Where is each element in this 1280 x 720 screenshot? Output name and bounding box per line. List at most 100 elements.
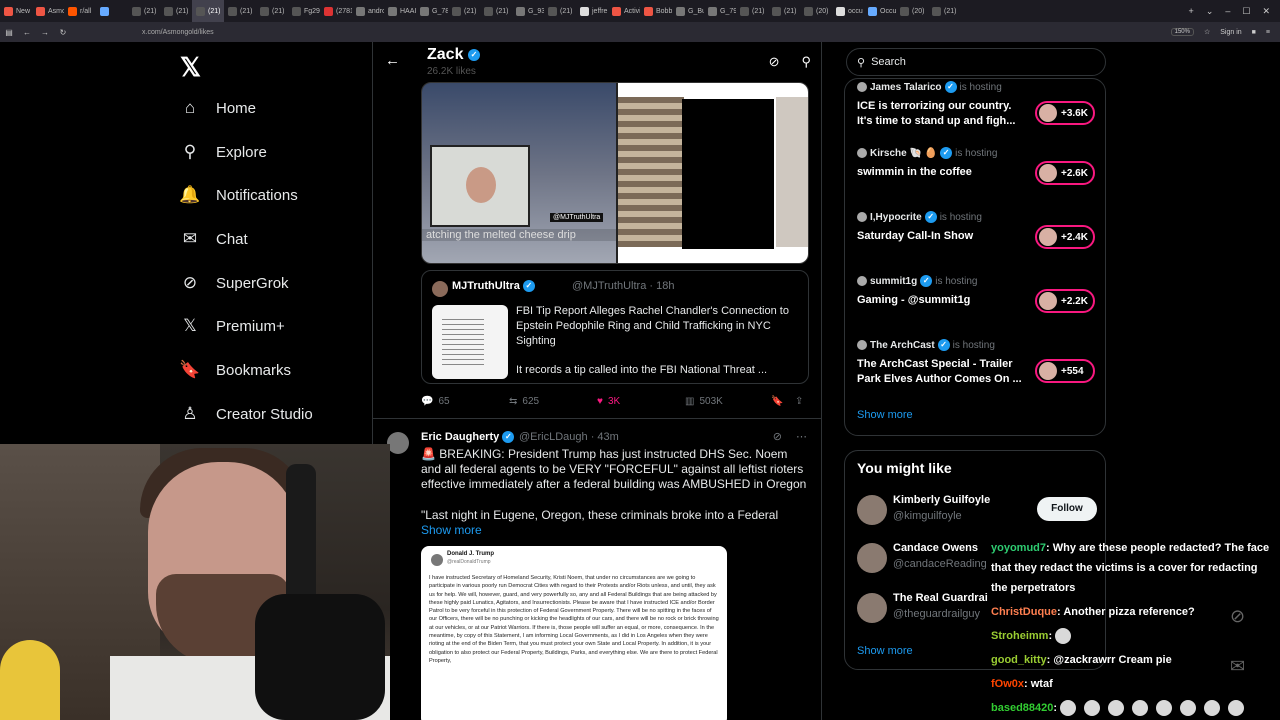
tweet-image[interactable]: Donald J. Trump @realDonaldTrump I have …: [421, 546, 727, 720]
browser-tab[interactable]: (21): [256, 0, 288, 22]
nav-item-home[interactable]: ⌂ Home: [180, 96, 256, 120]
tab-favicon-icon: [612, 6, 621, 16]
space-item[interactable]: James Talarico ✓ is hosting ICE is terroriz…: [857, 81, 1097, 137]
browser-tab[interactable]: New: [0, 0, 32, 22]
nav-item-premium[interactable]: 𝕏 Premium+: [180, 314, 285, 338]
space-listener-count[interactable]: +2.2K: [1035, 289, 1095, 313]
browser-tab[interactable]: (21): [128, 0, 160, 22]
messages-icon[interactable]: ✉: [1230, 656, 1245, 677]
grok-icon[interactable]: ⊘: [769, 54, 780, 70]
space-item[interactable]: The ArchCast ✓ is hosting The ArchCast Spec…: [857, 339, 1097, 395]
browser-tab[interactable]: (21): [928, 0, 960, 22]
browser-tab[interactable]: G_93: [512, 0, 544, 22]
tab-list-icon[interactable]: ⌄: [1206, 6, 1214, 17]
browser-tab[interactable]: [96, 0, 128, 22]
bookmark-button[interactable]: 🔖: [771, 396, 783, 407]
browser-tab[interactable]: r/all: [64, 0, 96, 22]
like-button[interactable]: ♥ 3K: [597, 396, 620, 407]
browser-tab[interactable]: (21): [736, 0, 768, 22]
browser-tab[interactable]: Activi: [608, 0, 640, 22]
browser-tab[interactable]: (21): [160, 0, 192, 22]
share-button[interactable]: ⇪: [795, 396, 803, 407]
avatar[interactable]: [857, 543, 887, 573]
media-left-image[interactable]: atching the melted cheese drip @MJTruthU…: [422, 83, 616, 263]
show-more-link[interactable]: Show more: [857, 409, 913, 421]
minimize-icon[interactable]: –: [1225, 6, 1230, 16]
zoom-level[interactable]: 150%: [1170, 28, 1194, 36]
browser-tab[interactable]: (20): [896, 0, 928, 22]
show-more-link[interactable]: Show more: [857, 645, 913, 657]
browser-tab[interactable]: G_79: [704, 0, 736, 22]
back-icon[interactable]: ←: [18, 28, 36, 37]
avatar[interactable]: [387, 432, 409, 454]
extension-icon[interactable]: ■: [1252, 29, 1256, 36]
browser-tab[interactable]: Asmo: [32, 0, 64, 22]
grok-icon: ⊘: [182, 273, 198, 292]
menu-icon[interactable]: ≡: [1266, 29, 1270, 36]
space-listener-count[interactable]: +2.6K: [1035, 161, 1095, 185]
avatar[interactable]: [857, 495, 887, 525]
browser-tab[interactable]: (21): [480, 0, 512, 22]
browser-nav-bar: ▤ ← → ↻ x.com/Asmongold/likes 150% ☆ Sig…: [0, 22, 1280, 42]
signin-button[interactable]: Sign in: [1220, 29, 1241, 36]
views-button[interactable]: ▥ 503K: [685, 396, 723, 407]
avatar[interactable]: [432, 281, 448, 297]
browser-tab[interactable]: G_Bu: [672, 0, 704, 22]
space-item[interactable]: Kirsche 🐚 🥚 ✓ is hosting swimmin in the cof…: [857, 147, 1097, 203]
sidebar-toggle-icon[interactable]: ▤: [0, 28, 18, 37]
nav-item-supergrok[interactable]: ⊘ SuperGrok: [180, 271, 289, 295]
nav-item-creator-studio[interactable]: ♙ Creator Studio: [180, 402, 312, 426]
space-listener-count[interactable]: +2.4K: [1035, 225, 1095, 249]
space-listener-count[interactable]: +554: [1035, 359, 1095, 383]
tweet-author-name[interactable]: Eric Daugherty ✓: [421, 431, 515, 444]
browser-tab[interactable]: Fg29:: [288, 0, 320, 22]
nav-item-notifications[interactable]: 🔔 Notifications: [179, 183, 297, 207]
forward-icon[interactable]: →: [36, 28, 54, 37]
reload-icon[interactable]: ↻: [54, 28, 72, 37]
browser-tab[interactable]: (21): [544, 0, 576, 22]
address-bar[interactable]: x.com/Asmongold/likes: [142, 29, 214, 36]
browser-tab[interactable]: (21): [224, 0, 256, 22]
show-more-link[interactable]: Show more: [421, 523, 482, 537]
reply-button[interactable]: 💬 65: [421, 396, 450, 407]
grok-icon[interactable]: ⊘: [773, 430, 782, 443]
media-right-image[interactable]: [618, 83, 808, 263]
browser-tab[interactable]: (21): [448, 0, 480, 22]
space-listener-count[interactable]: +3.6K: [1035, 101, 1095, 125]
maximize-icon[interactable]: ☐: [1242, 6, 1250, 17]
search-input[interactable]: ⚲ Search: [846, 48, 1106, 76]
browser-tab[interactable]: occu: [832, 0, 864, 22]
follow-button[interactable]: Follow: [1037, 497, 1097, 521]
grok-icon[interactable]: ⊘: [1230, 606, 1245, 627]
more-icon[interactable]: ⋯: [796, 430, 807, 443]
browser-tab[interactable]: HAAI: [384, 0, 416, 22]
retweet-button[interactable]: ⇆ 625: [509, 396, 539, 407]
close-window-icon[interactable]: ✕: [1262, 6, 1270, 17]
retweet-count: 625: [522, 396, 540, 407]
x-logo-icon[interactable]: 𝕏: [180, 52, 201, 83]
browser-tab[interactable]: (21)✕: [192, 0, 224, 22]
browser-tab[interactable]: jeffre: [576, 0, 608, 22]
browser-tab[interactable]: (20): [800, 0, 832, 22]
emote-icon: [1132, 700, 1149, 717]
back-arrow-icon[interactable]: ←: [385, 52, 400, 69]
space-item[interactable]: I,Hypocrite ✓ is hosting Saturday Call-In S…: [857, 211, 1097, 267]
avatar[interactable]: [857, 593, 887, 623]
space-item[interactable]: summit1g ✓ is hosting Gaming - @summit1g +2.…: [857, 275, 1097, 331]
new-tab-button[interactable]: +: [1189, 6, 1194, 16]
browser-tab[interactable]: Occu: [864, 0, 896, 22]
nav-item-chat[interactable]: ✉ Chat: [180, 227, 248, 251]
tweet-media[interactable]: atching the melted cheese drip @MJTruthU…: [421, 82, 809, 264]
nav-item-bookmarks[interactable]: 🔖 Bookmarks: [179, 358, 291, 382]
search-icon[interactable]: ⚲: [801, 54, 811, 70]
browser-tab[interactable]: andro: [352, 0, 384, 22]
quoted-tweet[interactable]: MJTruthUltra ✓ @MJTruthUltra · 18h FBI T…: [421, 270, 809, 384]
browser-tab[interactable]: (21): [768, 0, 800, 22]
nav-item-explore[interactable]: ⚲ Explore: [180, 140, 267, 164]
browser-tab[interactable]: G_78: [416, 0, 448, 22]
browser-tab[interactable]: Bobb: [640, 0, 672, 22]
browser-tab[interactable]: (2781: [320, 0, 352, 22]
quote-author-name[interactable]: MJTruthUltra ✓: [452, 280, 535, 293]
bookmark-star-icon[interactable]: ☆: [1204, 28, 1210, 36]
space-title: Gaming - @summit1g: [857, 294, 971, 306]
